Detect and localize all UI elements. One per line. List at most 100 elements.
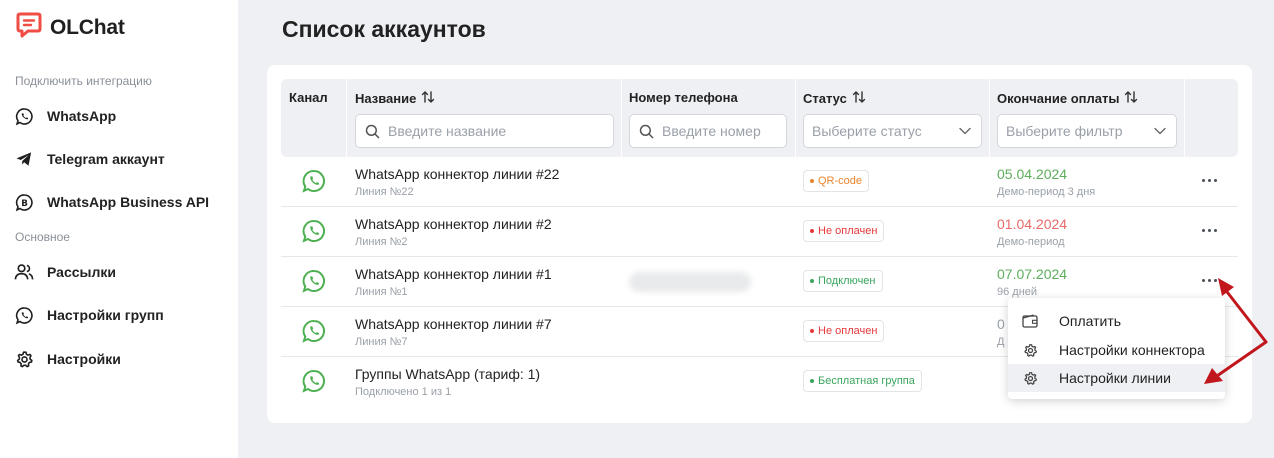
sidebar: OLChat Подключить интеграцию WhatsApp Te…	[0, 0, 238, 458]
status-badge: QR-code	[803, 170, 870, 192]
status-badge: Бесплатная группа	[803, 370, 922, 392]
status-select[interactable]: Выберите статус	[803, 114, 982, 148]
sidebar-item-label: WhatsApp Business API	[47, 194, 210, 210]
whatsapp-business-icon: B	[14, 192, 34, 212]
sidebar-item-group-settings[interactable]: Настройки групп	[14, 303, 164, 327]
row-subtitle: Подключено 1 из 1	[355, 386, 452, 398]
menu-item-label: Настройки линии	[1059, 370, 1171, 386]
row-title[interactable]: WhatsApp коннектор линии #2	[355, 216, 552, 232]
table-row[interactable]: WhatsApp коннектор линии #22 Линия №22 Q…	[281, 157, 1238, 207]
payment-note: 96 дней	[997, 286, 1038, 298]
phone-search-input[interactable]	[662, 123, 786, 139]
more-actions-button[interactable]	[1198, 270, 1220, 290]
section-label-integrations: Подключить интеграцию	[15, 74, 152, 88]
payment-note: Д	[997, 336, 1005, 348]
sidebar-item-label: Telegram аккаунт	[47, 151, 165, 167]
brand-name: OLChat	[50, 15, 125, 39]
users-icon	[14, 262, 34, 282]
row-actions-menu: Оплатить Настройки коннектора Настройки …	[1008, 298, 1225, 399]
phone-search-field[interactable]	[629, 114, 787, 148]
whatsapp-icon	[14, 106, 34, 126]
menu-item-connector-settings[interactable]: Настройки коннектора	[1008, 336, 1225, 364]
svg-text:B: B	[21, 198, 28, 208]
status-badge: Подключен	[803, 270, 883, 292]
gear-icon	[1022, 342, 1038, 358]
column-header-label: Статус	[803, 91, 847, 106]
row-title[interactable]: WhatsApp коннектор линии #1	[355, 266, 552, 282]
payment-filter-select[interactable]: Выберите фильтр	[997, 114, 1177, 148]
row-title[interactable]: WhatsApp коннектор линии #22	[355, 166, 559, 182]
menu-item-label: Настройки коннектора	[1059, 342, 1205, 358]
column-header-phone: Номер телефона	[629, 90, 738, 105]
name-search-field[interactable]	[355, 114, 614, 148]
whatsapp-icon	[14, 305, 34, 325]
payment-note: Демо-период	[997, 236, 1065, 248]
column-divider	[346, 79, 347, 157]
table-header: Канал Название Номер телефона Статус	[281, 79, 1238, 157]
row-subtitle: Линия №7	[355, 336, 408, 348]
sort-icon[interactable]	[421, 90, 435, 107]
row-title[interactable]: Группы WhatsApp (тариф: 1)	[355, 366, 540, 382]
status-dot	[810, 229, 814, 233]
brand[interactable]: OLChat	[16, 12, 125, 43]
sort-icon[interactable]	[1124, 90, 1138, 107]
column-header-label: Окончание оплаты	[997, 91, 1120, 106]
whatsapp-icon	[302, 169, 326, 193]
wallet-icon	[1022, 313, 1038, 329]
column-divider	[989, 79, 990, 157]
whatsapp-icon	[302, 269, 326, 293]
search-icon	[365, 124, 380, 139]
column-header-name[interactable]: Название	[355, 90, 435, 107]
table-row[interactable]: WhatsApp коннектор линии #2 Линия №2 Не …	[281, 207, 1238, 257]
sidebar-item-settings[interactable]: Настройки	[14, 347, 121, 371]
row-subtitle: Линия №2	[355, 236, 408, 248]
status-text: Подключен	[818, 275, 876, 287]
status-dot	[810, 379, 814, 383]
sort-icon[interactable]	[852, 90, 866, 107]
gear-icon	[14, 349, 34, 369]
column-divider	[795, 79, 796, 157]
status-badge: Не оплачен	[803, 320, 885, 342]
whatsapp-icon	[302, 219, 326, 243]
column-header-label: Номер телефона	[629, 90, 738, 105]
sidebar-item-label: Настройки	[47, 351, 121, 367]
column-header-status[interactable]: Статус	[803, 90, 866, 107]
gear-icon	[1022, 370, 1038, 386]
column-header-channel: Канал	[289, 90, 328, 105]
payment-date: 05.04.2024	[997, 166, 1068, 182]
status-text: Не оплачен	[818, 225, 878, 237]
column-divider	[621, 79, 622, 157]
status-text: Бесплатная группа	[818, 375, 915, 387]
more-actions-button[interactable]	[1198, 220, 1220, 240]
status-select-placeholder: Выберите статус	[812, 123, 922, 139]
chevron-down-icon	[959, 127, 971, 135]
column-header-label: Канал	[289, 90, 328, 105]
whatsapp-icon	[302, 319, 326, 343]
sidebar-item-mailings[interactable]: Рассылки	[14, 260, 116, 284]
sidebar-item-whatsapp[interactable]: WhatsApp	[14, 104, 116, 128]
more-actions-button[interactable]	[1198, 170, 1220, 190]
row-title[interactable]: WhatsApp коннектор линии #7	[355, 316, 552, 332]
status-dot	[810, 179, 814, 183]
column-header-payment-end[interactable]: Окончание оплаты	[997, 90, 1138, 107]
row-subtitle: Линия №22	[355, 186, 414, 198]
sidebar-item-whatsapp-business-api[interactable]: B WhatsApp Business API	[14, 190, 209, 214]
payment-note: Демо-период 3 дня	[997, 186, 1096, 198]
name-search-input[interactable]	[388, 123, 613, 139]
column-header-label: Название	[355, 91, 417, 106]
sidebar-item-telegram[interactable]: Telegram аккаунт	[14, 147, 165, 171]
menu-item-line-settings[interactable]: Настройки линии	[1008, 364, 1225, 392]
menu-item-pay[interactable]: Оплатить	[1008, 307, 1225, 335]
section-label-main: Основное	[15, 230, 70, 244]
menu-item-label: Оплатить	[1059, 313, 1122, 329]
payment-date: 0	[997, 316, 1005, 332]
sidebar-item-label: WhatsApp	[47, 108, 117, 124]
page-title: Список аккаунтов	[282, 16, 486, 42]
status-text: QR-code	[818, 175, 863, 187]
status-badge: Не оплачен	[803, 220, 885, 242]
phone-number-redacted	[629, 272, 751, 292]
status-text: Не оплачен	[818, 325, 878, 337]
search-icon	[639, 124, 654, 139]
whatsapp-icon	[302, 369, 326, 393]
payment-date: 07.07.2024	[997, 266, 1068, 282]
